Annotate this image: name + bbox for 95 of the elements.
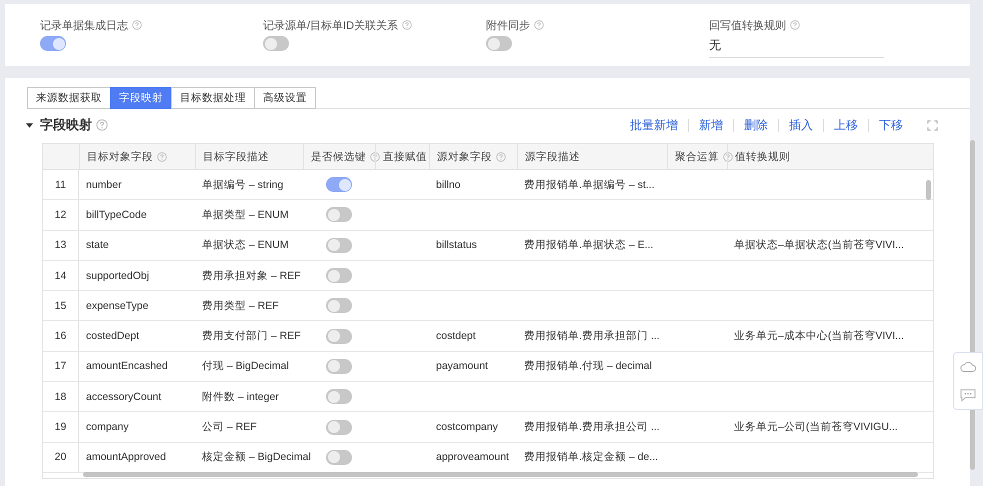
table-cell: amountApproved — [86, 451, 166, 464]
tab[interactable]: 字段映射 — [110, 87, 172, 109]
column-header: 聚合运算 — [675, 150, 719, 164]
setting-label: 附件同步 — [486, 18, 530, 32]
table-cell: 费用类型 – REF — [202, 298, 279, 313]
table-cell: number — [86, 178, 122, 191]
setting-label: 记录单据集成日志 — [40, 18, 128, 32]
table-cell: 单据编号 – string — [202, 178, 284, 192]
row-number: 20 — [54, 451, 66, 464]
table-cell: amountEncashed — [86, 360, 168, 372]
tab[interactable]: 目标数据处理 — [171, 87, 255, 109]
column-header: 目标字段描述 — [203, 150, 269, 164]
caret-icon[interactable] — [25, 120, 34, 130]
table-cell: 费用承担对象 – REF — [202, 268, 301, 283]
text-field[interactable]: 无 — [709, 36, 884, 58]
table-cell: 业务单元–公司(当前苍穹VIVIGU... — [734, 420, 898, 434]
table-cell: 费用报销单.单据状态 – E... — [524, 238, 654, 252]
table-cell: 费用支付部门 – REF — [202, 329, 301, 344]
action-link[interactable]: 下移 — [869, 116, 913, 134]
table-cell: costedDept — [86, 330, 140, 342]
toggle-switch[interactable] — [326, 358, 352, 374]
row-number: 17 — [54, 360, 66, 372]
table-cell: costdept — [436, 330, 476, 342]
table-cell: expenseType — [86, 300, 148, 312]
setting-label: 记录源单/目标单ID关联关系 — [263, 18, 398, 32]
section-title: 字段映射 — [40, 116, 92, 134]
row-number: 18 — [54, 390, 66, 403]
row-number: 14 — [54, 270, 66, 282]
action-link[interactable]: 新增 — [689, 116, 733, 134]
table-cell: approveamount — [436, 451, 509, 464]
help-icon[interactable] — [370, 152, 380, 162]
chat-icon[interactable] — [959, 388, 977, 402]
table-cell: 单据状态–单据状态(当前苍穹VIVI... — [734, 238, 904, 252]
toggle-switch[interactable] — [326, 420, 352, 435]
table-cell: state — [86, 239, 109, 252]
table-cell: 业务单元–成本中心(当前苍穹VIVI... — [734, 329, 904, 344]
cloud-icon[interactable] — [959, 360, 977, 374]
help-icon[interactable] — [402, 20, 412, 30]
column-header: 源字段描述 — [525, 150, 580, 164]
tab[interactable]: 高级设置 — [254, 87, 316, 109]
table-cell: payamount — [436, 360, 488, 372]
help-icon[interactable] — [157, 152, 167, 162]
setting-label: 回写值转换规则 — [709, 18, 786, 32]
table-cell: company — [86, 421, 129, 434]
row-number: 19 — [54, 421, 66, 434]
column-header: 是否候选键 — [311, 150, 366, 164]
toggle-switch[interactable] — [326, 389, 352, 404]
column-header: 直接赋值 — [383, 150, 427, 164]
table-cell: billstatus — [436, 239, 477, 252]
column-header: 值转换规则 — [735, 150, 790, 164]
toggle-switch[interactable] — [263, 36, 289, 51]
toggle-switch[interactable] — [40, 36, 66, 51]
row-number: 13 — [54, 239, 66, 252]
help-icon[interactable] — [723, 152, 733, 162]
table-cell: 费用报销单.核定金额 – de... — [524, 450, 658, 464]
toggle-switch[interactable] — [326, 177, 352, 192]
table-cell: 附件数 – integer — [202, 390, 279, 404]
row-number: 15 — [54, 300, 66, 312]
help-icon[interactable] — [496, 152, 506, 162]
fullscreen-icon[interactable] — [927, 120, 938, 130]
row-number: 11 — [55, 178, 66, 191]
table-cell: supportedObj — [86, 270, 150, 282]
table-cell: 费用报销单.费用承担公司 ... — [524, 420, 660, 434]
table-cell: costcompany — [436, 421, 498, 434]
help-icon[interactable] — [534, 20, 544, 30]
help-icon[interactable] — [96, 119, 108, 131]
row-number: 16 — [54, 330, 66, 342]
toggle-switch[interactable] — [326, 207, 352, 222]
action-link[interactable]: 删除 — [734, 116, 778, 134]
toggle-switch[interactable] — [326, 450, 352, 465]
table-cell: 付现 – BigDecimal — [202, 359, 289, 374]
toggle-switch[interactable] — [486, 36, 512, 51]
table-cell: accessoryCount — [86, 390, 162, 403]
table-cell: 费用报销单.单据编号 – st... — [524, 178, 655, 192]
tab[interactable]: 来源数据获取 — [27, 87, 111, 109]
help-icon[interactable] — [790, 20, 800, 30]
toggle-switch[interactable] — [326, 238, 352, 253]
action-link[interactable]: 上移 — [824, 116, 868, 134]
toggle-switch[interactable] — [326, 298, 352, 314]
table-cell: 单据类型 – ENUM — [202, 208, 289, 222]
action-link[interactable]: 插入 — [779, 116, 823, 134]
toggle-switch[interactable] — [326, 328, 352, 344]
row-number: 12 — [54, 208, 66, 221]
help-icon[interactable] — [132, 20, 142, 30]
column-header: 源对象字段 — [437, 150, 492, 164]
column-header: 目标对象字段 — [87, 150, 153, 164]
table-cell: 费用报销单.费用承担部门 ... — [524, 329, 660, 344]
table-cell: 单据状态 – ENUM — [202, 238, 289, 252]
table-cell: 费用报销单.付现 – decimal — [524, 359, 652, 374]
table-cell: 公司 – REF — [202, 420, 257, 434]
table-cell: billTypeCode — [86, 208, 147, 221]
table-cell: billno — [436, 178, 461, 191]
toggle-switch[interactable] — [326, 268, 352, 284]
action-link[interactable]: 批量新增 — [620, 116, 688, 134]
table-cell: 核定金额 – BigDecimal — [202, 450, 311, 464]
